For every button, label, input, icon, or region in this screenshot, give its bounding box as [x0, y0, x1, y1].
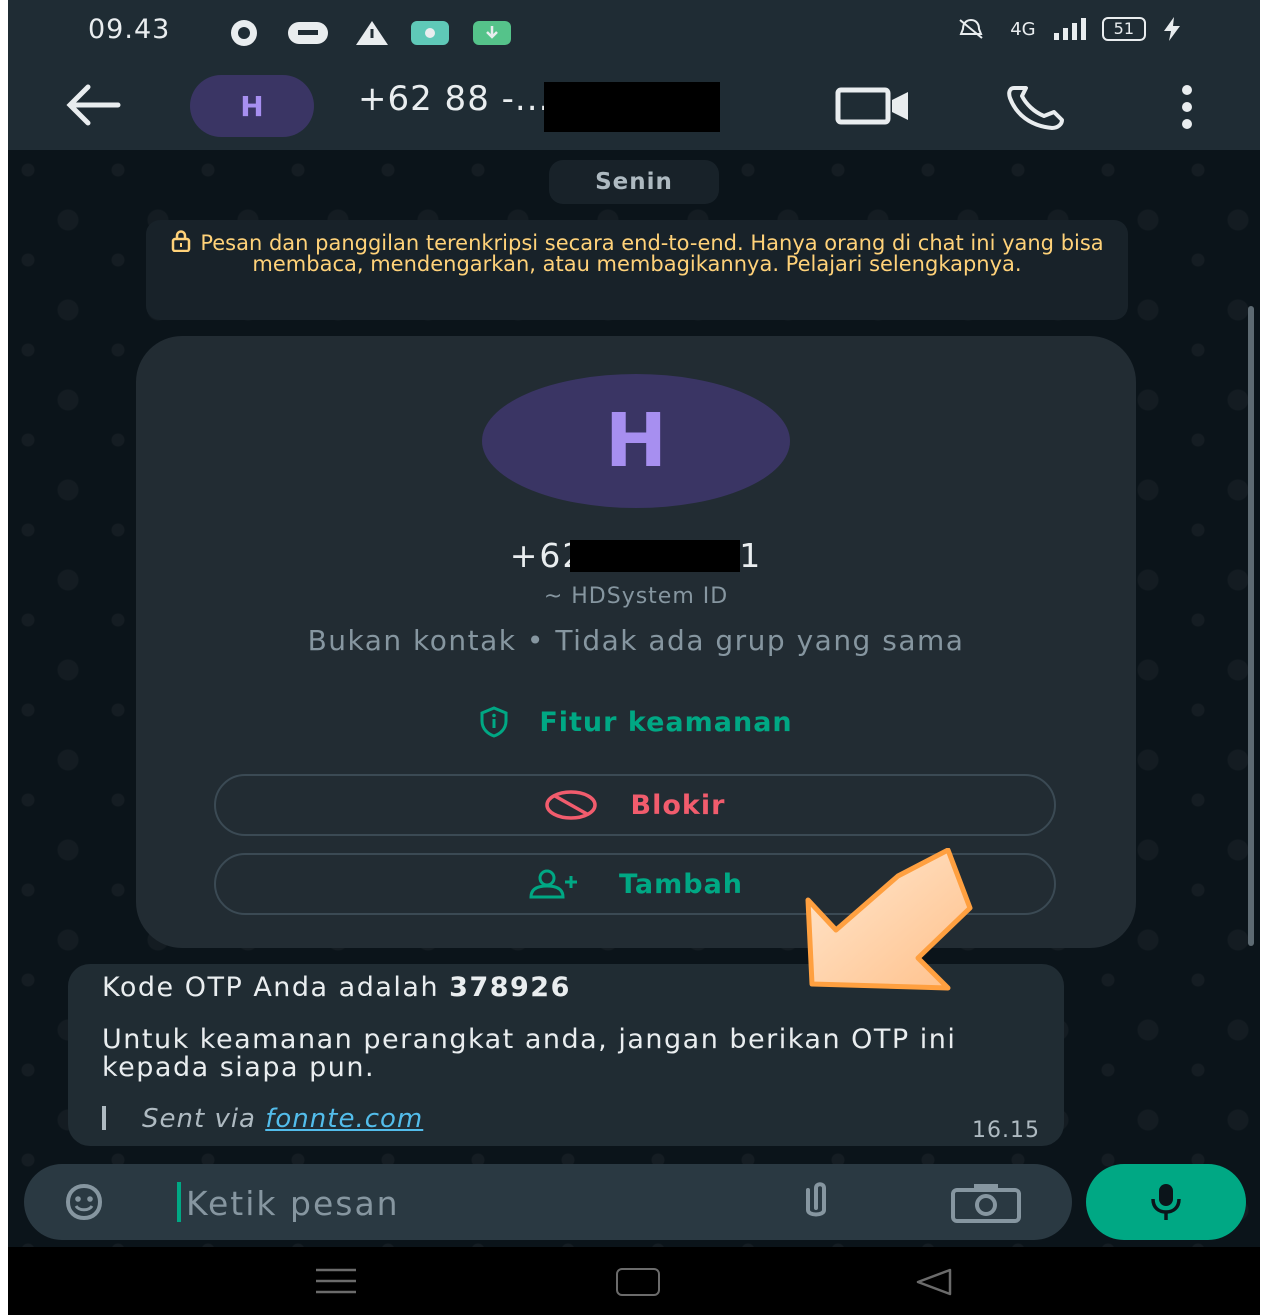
phone-icon[interactable]: [1004, 82, 1074, 132]
message-footer-prefix: Sent via: [142, 1104, 266, 1134]
microphone-icon: [1151, 1184, 1181, 1220]
message-otp-line: Kode OTP Anda adalah 378926: [102, 972, 571, 1003]
message-otp-prefix: Kode OTP Anda adalah: [102, 972, 450, 1003]
message-notification-icon: [288, 22, 328, 44]
scrollbar[interactable]: [1248, 306, 1254, 946]
message-composer: [24, 1164, 1072, 1240]
chat-area[interactable]: Senin Pesan dan panggilan terenkripsi se…: [8, 150, 1260, 1247]
contact-relationship-info: Bukan kontak • Tidak ada grup yang sama: [307, 624, 965, 657]
phone-screen: 09.43 4G 51 H +62 88 -... Senin Pesan da…: [8, 0, 1260, 1315]
back-triangle-icon[interactable]: [914, 1267, 954, 1297]
encryption-notice[interactable]: Pesan dan panggilan terenkripsi secara e…: [146, 220, 1128, 320]
signal-icon: [1053, 18, 1086, 40]
block-icon: [544, 790, 597, 820]
fonnte-link[interactable]: fonnte.com: [265, 1104, 423, 1134]
charging-icon: [1164, 17, 1180, 41]
message-warning-text: Untuk keamanan perangkat anda, jangan be…: [102, 1024, 957, 1083]
video-camera-icon[interactable]: [834, 84, 914, 128]
block-button[interactable]: Blokir: [214, 774, 1056, 836]
encryption-notice-text: Pesan dan panggilan terenkripsi secara e…: [200, 231, 1104, 276]
app-icon-teal: [411, 21, 449, 45]
mute-icon: [959, 18, 983, 39]
redaction-bar: [570, 540, 740, 572]
annotation-arrow-icon: [805, 848, 973, 991]
lock-icon: [172, 230, 191, 252]
redaction-bar: [544, 82, 720, 132]
sticker-icon[interactable]: [62, 1182, 106, 1222]
battery-indicator: 51: [1101, 17, 1146, 41]
security-features-label: Fitur keamanan: [539, 706, 793, 738]
shield-icon: [480, 706, 508, 738]
download-icon: [473, 21, 511, 45]
warning-icon: [356, 21, 388, 45]
message-timestamp: 16.15: [972, 1118, 1040, 1143]
otp-code: 378926: [449, 972, 571, 1003]
recent-apps-icon[interactable]: [314, 1267, 358, 1295]
arrow-left-icon[interactable]: [62, 82, 122, 128]
status-right: 4G 51: [948, 16, 1182, 42]
message-input[interactable]: [184, 1172, 768, 1234]
block-button-label: Blokir: [630, 789, 726, 821]
add-contact-label: Tambah: [618, 868, 744, 900]
camera-icon[interactable]: [950, 1182, 1022, 1224]
paperclip-icon[interactable]: [794, 1180, 838, 1224]
person-add-icon: [529, 869, 577, 899]
status-time: 09.43: [88, 14, 171, 45]
text-caret: [177, 1182, 181, 1222]
security-features-link[interactable]: Fitur keamanan: [136, 706, 1136, 738]
contact-display-name: ~ HDSystem ID: [543, 584, 729, 609]
system-navigation-bar: [8, 1247, 1260, 1315]
quote-bar: [102, 1106, 106, 1130]
app-notification-icon: [231, 20, 257, 46]
network-type: 4G: [1010, 18, 1036, 40]
more-vertical-icon[interactable]: [1172, 80, 1202, 134]
date-chip: Senin: [549, 160, 719, 204]
chat-header: H +62 88 -...: [8, 62, 1260, 150]
home-icon[interactable]: [616, 1268, 660, 1296]
header-title[interactable]: +62 88 -...: [358, 79, 550, 119]
status-bar: 09.43 4G 51: [8, 0, 1260, 62]
header-avatar[interactable]: H: [190, 75, 314, 137]
contact-avatar: H: [482, 374, 790, 508]
microphone-button[interactable]: [1086, 1164, 1246, 1240]
message-footer: Sent via fonnte.com: [102, 1104, 423, 1134]
contact-info-card: H +62 88 -5131 ~ HDSystem ID Bukan konta…: [136, 336, 1136, 948]
